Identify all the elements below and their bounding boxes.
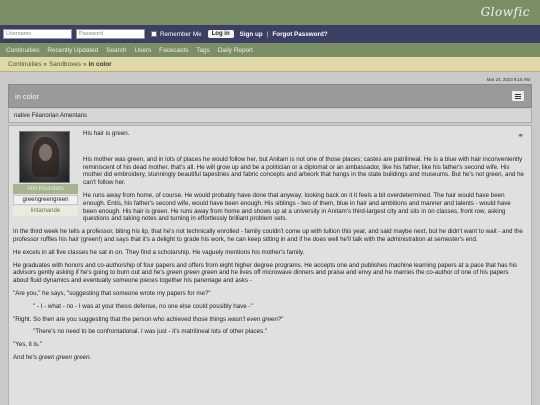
post-content: Alin Kisantars greengreengreen lintamand…	[8, 125, 532, 405]
paragraph: "Right. So then are you suggesting that …	[13, 315, 284, 323]
paragraph: His mother was green, and in lots of pla…	[83, 155, 524, 187]
forgot-password-link[interactable]: Forgot Password?	[272, 31, 327, 38]
paragraph: "Yes, it is."	[13, 341, 42, 349]
post-title-bar: in color	[8, 84, 532, 108]
paragraph: "There's no need to be confrontational. …	[33, 328, 268, 336]
nav-recently-updated[interactable]: Recently Updated	[47, 47, 98, 54]
login-bar: Username Password Remember Me Log in Sig…	[0, 25, 540, 43]
login-button[interactable]: Log in	[207, 30, 234, 38]
nav-users[interactable]: Users	[134, 47, 151, 54]
nav-facecasts[interactable]: Facecasts	[159, 47, 188, 54]
post-subtitle: native Fëanorian Amentans	[8, 109, 532, 123]
breadcrumb-sandboxes[interactable]: Sandboxes	[49, 61, 81, 68]
paragraph: And he's green green green.	[13, 353, 92, 361]
paragraph: He runs away from home, of course. He wo…	[83, 191, 511, 223]
username-input[interactable]: Username	[3, 29, 72, 39]
post-title: in color	[15, 91, 40, 101]
breadcrumb-separator: »	[82, 60, 87, 68]
signup-link[interactable]: Sign up	[240, 31, 263, 38]
nav-tags[interactable]: Tags	[196, 47, 210, 54]
paragraph: "Are you," he says, "suggesting that som…	[13, 289, 211, 297]
site-logo[interactable]: Glowfic	[481, 5, 530, 19]
paragraph: His hair is green.	[83, 130, 130, 137]
breadcrumb-separator: »	[43, 60, 47, 68]
paragraph: " - I - what - no - I was at your thesis…	[33, 302, 253, 310]
remember-label: Remember Me	[160, 30, 202, 38]
password-input[interactable]: Password	[76, 29, 145, 39]
nav-daily-report[interactable]: Daily Report	[218, 47, 253, 54]
breadcrumb-continuities[interactable]: Continuities	[8, 61, 41, 68]
logo-bar: Glowfic	[0, 0, 540, 25]
post-body: His hair is green. His mother was green,…	[13, 130, 525, 367]
post-timestamp: Mar 24, 2023 9:15 AM	[486, 77, 530, 82]
paragraph: He excels in all five classes he sat in …	[13, 248, 305, 256]
breadcrumb-current: in color	[88, 60, 112, 68]
hamburger-icon[interactable]	[511, 90, 525, 102]
main-nav: Continuities Recently Updated Search Use…	[0, 43, 540, 57]
paragraph: In the third week he tells a professor, …	[13, 228, 523, 243]
login-separator: |	[266, 30, 269, 38]
nav-continuities[interactable]: Continuities	[6, 47, 39, 54]
remember-me[interactable]: Remember Me	[151, 31, 202, 38]
paragraph: He graduates with honors and co-authorsh…	[13, 261, 518, 285]
breadcrumb: Continuities » Sandboxes » in color	[0, 57, 540, 72]
remember-checkbox[interactable]	[151, 31, 157, 37]
nav-search[interactable]: Search	[106, 47, 126, 54]
